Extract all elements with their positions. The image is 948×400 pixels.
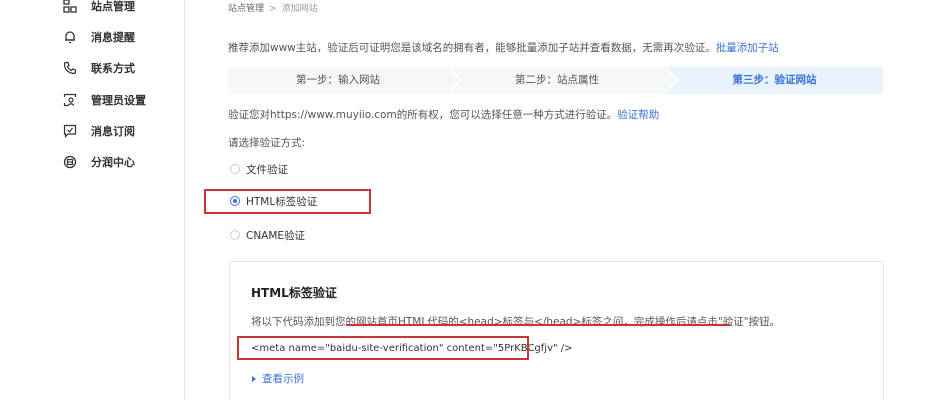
breadcrumb-parent[interactable]: 站点管理 [228, 4, 264, 14]
sidebar-item-label: 管理员设置 [91, 94, 146, 107]
step-arrow [447, 67, 459, 93]
step-progress: 第一步：输入网站 第二步：站点属性 第三步：验证网站 [228, 67, 883, 94]
sidebar-item-label: 分润中心 [91, 156, 135, 169]
sidebar-item-label: 消息提醒 [91, 31, 135, 44]
radio-button[interactable] [230, 230, 240, 240]
step-1: 第一步：输入网站 [228, 67, 448, 94]
step-3: 第三步：验证网站 [666, 67, 883, 94]
sidebar-item-label: 站点管理 [91, 0, 135, 13]
batch-add-subsites-link[interactable]: 批量添加子站 [716, 42, 779, 54]
subscribe-icon [62, 123, 78, 139]
html-verify-panel: HTML标签验证 将以下代码添加到您的网站首页HTML代码的<head>标签与<… [229, 261, 884, 400]
verify-description: 验证您对https://www.muyiio.com的所有权，您可以选择任意一种… [228, 109, 618, 121]
method-label: 请选择验证方式: [228, 137, 306, 149]
step-2: 第二步：站点属性 [448, 67, 666, 94]
radio-label: CNAME验证 [246, 229, 306, 242]
view-example-link[interactable]: 查看示例 [252, 371, 304, 386]
sidebar-item-contact[interactable]: 联系方式 [62, 58, 135, 78]
breadcrumb-separator: > [269, 4, 277, 14]
admin-icon [62, 92, 78, 108]
sidebar-item-label: 联系方式 [91, 62, 135, 75]
method-cname[interactable]: CNAME验证 [230, 226, 305, 244]
panel-description: 将以下代码添加到您的网站首页HTML代码的<head>标签与</head>标签之… [251, 316, 781, 328]
sidebar-item-site-management[interactable]: 站点管理 [62, 0, 135, 16]
bell-icon [62, 29, 78, 45]
breadcrumb: 站点管理 > 添加网站 [228, 1, 318, 14]
phone-icon [62, 60, 78, 76]
sidebar-item-notifications[interactable]: 消息提醒 [62, 27, 135, 47]
verify-ownership-text: 验证您对https://www.muyiio.com的所有权，您可以选择任意一种… [228, 107, 659, 122]
sidebar-item-admin-settings[interactable]: 管理员设置 [62, 90, 146, 110]
underline-highlight [346, 324, 730, 326]
panel-title: HTML标签验证 [251, 286, 337, 300]
sidebar-item-revenue-center[interactable]: 分润中心 [62, 152, 135, 172]
revenue-icon [62, 154, 78, 170]
method-file[interactable]: 文件验证 [230, 160, 288, 178]
site-icon [62, 0, 78, 14]
caret-right-icon [252, 375, 256, 382]
radio-label: 文件验证 [246, 163, 288, 176]
highlight-box-html-method [204, 189, 371, 214]
main-content: 站点管理 > 添加网站 推荐添加www主站，验证后可证明您是该域名的拥有者，能够批量… [186, 0, 948, 400]
intro-description: 推荐添加www主站，验证后可证明您是该域名的拥有者，能够批量添加子站并查看数据，… [228, 42, 716, 54]
intro-text: 推荐添加www主站，验证后可证明您是该域名的拥有者，能够批量添加子站并查看数据，… [228, 40, 779, 55]
breadcrumb-current: 添加网站 [281, 4, 318, 14]
view-example-label[interactable]: 查看示例 [262, 371, 304, 386]
verify-help-link[interactable]: 验证帮助 [617, 109, 659, 121]
sidebar-item-subscriptions[interactable]: 消息订阅 [62, 121, 135, 141]
highlight-box-code [237, 336, 529, 360]
radio-button[interactable] [230, 164, 240, 174]
step-arrow [665, 67, 677, 93]
sidebar-item-label: 消息订阅 [91, 125, 135, 138]
sidebar: 站点管理 消息提醒 联系方式 管理员设置 消息订阅 分润中心 [0, 0, 185, 400]
